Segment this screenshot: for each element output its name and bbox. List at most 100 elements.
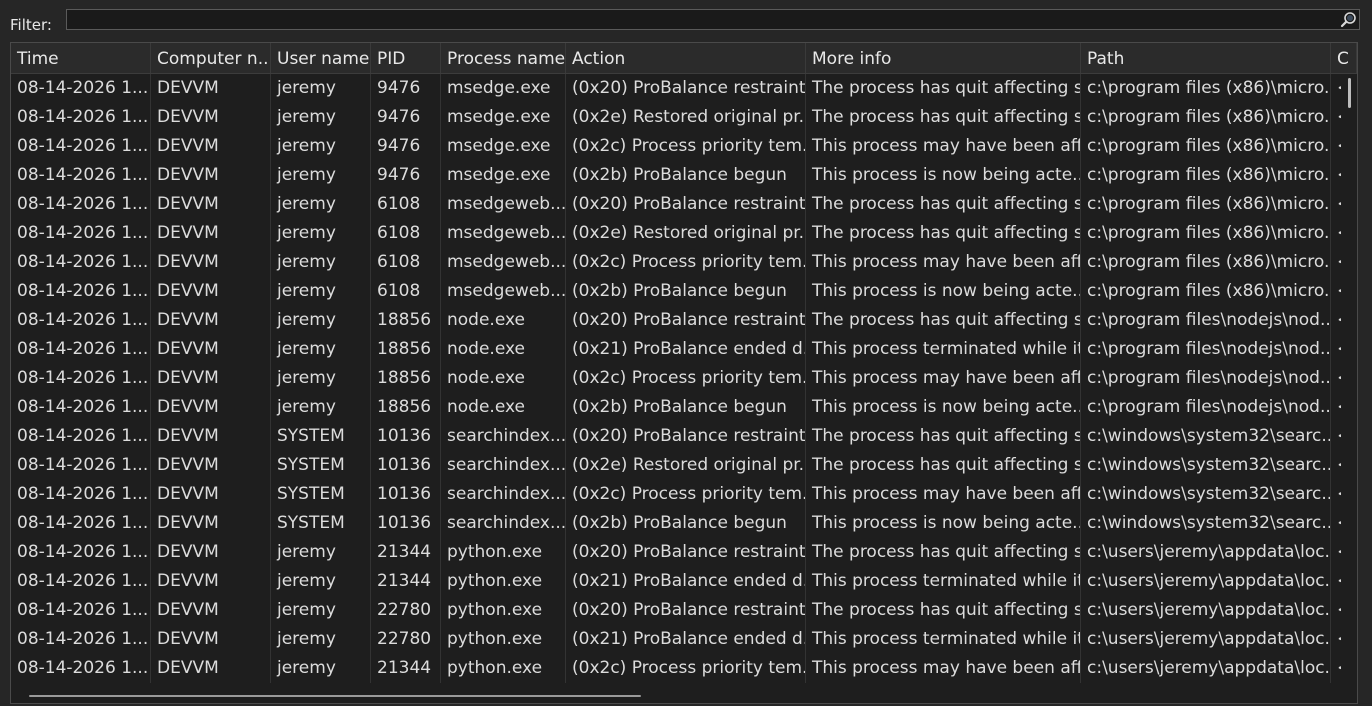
pid-cell: 18856 <box>371 306 441 335</box>
time-cell: 08-14-2026 1... <box>11 654 151 683</box>
process-cell: msedge.exe <box>441 74 566 103</box>
user-cell: jeremy <box>271 306 371 335</box>
user-cell: jeremy <box>271 335 371 364</box>
computer-cell: DEVVM <box>151 538 271 567</box>
more-info-cell: This process is now being acte... <box>806 277 1081 306</box>
table-row[interactable]: 08-14-2026 1... DEVVM jeremy 18856 node.exe(… <box>11 364 1357 393</box>
more-info-cell: This process may have been aff... <box>806 248 1081 277</box>
process-cell: node.exe <box>441 306 566 335</box>
user-cell: jeremy <box>271 596 371 625</box>
computer-cell: DEVVM <box>151 74 271 103</box>
user-cell: SYSTEM <box>271 480 371 509</box>
computer-cell: DEVVM <box>151 654 271 683</box>
pid-cell: 21344 <box>371 567 441 596</box>
column-header-time[interactable]: Time <box>11 43 151 73</box>
table-row[interactable]: 08-14-2026 1... DEVVM jeremy 18856 node.exe(… <box>11 393 1357 422</box>
process-cell: python.exe <box>441 625 566 654</box>
table-row[interactable]: 08-14-2026 1... DEVVM jeremy 18856 node.exe(… <box>11 306 1357 335</box>
user-cell: jeremy <box>271 393 371 422</box>
table-row[interactable]: 08-14-2026 1... DEVVM SYSTEM 10136 searchind… <box>11 480 1357 509</box>
user-cell: SYSTEM <box>271 509 371 538</box>
computer-cell: DEVVM <box>151 393 271 422</box>
pid-cell: 9476 <box>371 161 441 190</box>
table-row[interactable]: 08-14-2026 1... DEVVM jeremy 6108 msedgeweb.… <box>11 190 1357 219</box>
path-cell: c:\users\jeremy\appdata\loc... <box>1081 567 1331 596</box>
column-header-user-name[interactable]: User name <box>271 43 371 73</box>
vertical-scroll-thumb[interactable] <box>1348 78 1351 108</box>
table-row[interactable]: 08-14-2026 1... DEVVM jeremy 6108 msedgeweb.… <box>11 219 1357 248</box>
time-cell: 08-14-2026 1... <box>11 364 151 393</box>
table-row[interactable]: 08-14-2026 1... DEVVM jeremy 21344 python.ex… <box>11 654 1357 683</box>
action-cell: (0x21) ProBalance ended d... <box>566 625 806 654</box>
path-cell: c:\program files (x86)\micro... <box>1081 190 1331 219</box>
path-cell: c:\program files (x86)\micro... <box>1081 132 1331 161</box>
column-header-process-name[interactable]: Process name <box>441 43 566 73</box>
pid-cell: 10136 <box>371 480 441 509</box>
table-row[interactable]: 08-14-2026 1... DEVVM SYSTEM 10136 searchind… <box>11 509 1357 538</box>
action-cell: (0x2b) ProBalance begun <box>566 161 806 190</box>
time-cell: 08-14-2026 1... <box>11 596 151 625</box>
table-row[interactable]: 08-14-2026 1... DEVVM jeremy 9476 msedge.exe… <box>11 161 1357 190</box>
table-row[interactable]: 08-14-2026 1... DEVVM jeremy 6108 msedgeweb.… <box>11 277 1357 306</box>
action-cell: (0x20) ProBalance restraint ... <box>566 306 806 335</box>
action-cell: (0x20) ProBalance restraint ... <box>566 422 806 451</box>
more-info-cell: This process may have been aff... <box>806 654 1081 683</box>
process-cell: searchindex... <box>441 451 566 480</box>
table-row[interactable]: 08-14-2026 1... DEVVM jeremy 9476 msedge.exe… <box>11 132 1357 161</box>
column-header-truncated[interactable]: C <box>1331 43 1357 73</box>
user-cell: jeremy <box>271 364 371 393</box>
search-icon[interactable] <box>1340 11 1358 29</box>
path-cell: c:\program files (x86)\micro... <box>1081 219 1331 248</box>
table-row[interactable]: 08-14-2026 1... DEVVM jeremy 6108 msedgeweb.… <box>11 248 1357 277</box>
action-cell: (0x21) ProBalance ended d... <box>566 335 806 364</box>
pid-cell: 10136 <box>371 451 441 480</box>
table-row[interactable]: 08-14-2026 1... DEVVM jeremy 21344 python.ex… <box>11 567 1357 596</box>
more-info-cell: The process has quit affecting s... <box>806 596 1081 625</box>
table-row[interactable]: 08-14-2026 1... DEVVM jeremy 9476 msedge.exe… <box>11 103 1357 132</box>
table-row[interactable]: 08-14-2026 1... DEVVM jeremy 22780 python.ex… <box>11 625 1357 654</box>
time-cell: 08-14-2026 1... <box>11 451 151 480</box>
process-cell: searchindex... <box>441 509 566 538</box>
process-cell: python.exe <box>441 596 566 625</box>
column-header-pid[interactable]: PID <box>371 43 441 73</box>
user-cell: jeremy <box>271 567 371 596</box>
horizontal-scroll-thumb[interactable] <box>29 695 641 697</box>
process-cell: python.exe <box>441 654 566 683</box>
process-cell: node.exe <box>441 335 566 364</box>
action-cell: (0x2e) Restored original pr... <box>566 451 806 480</box>
table-row[interactable]: 08-14-2026 1... DEVVM SYSTEM 10136 searchind… <box>11 422 1357 451</box>
column-header-path[interactable]: Path <box>1081 43 1331 73</box>
time-cell: 08-14-2026 1... <box>11 625 151 654</box>
more-info-cell: The process has quit affecting s... <box>806 190 1081 219</box>
computer-cell: DEVVM <box>151 480 271 509</box>
horizontal-scrollbar[interactable] <box>11 689 1341 703</box>
pid-cell: 10136 <box>371 422 441 451</box>
more-info-cell: The process has quit affecting s... <box>806 451 1081 480</box>
action-cell: (0x20) ProBalance restraint ... <box>566 596 806 625</box>
table-row[interactable]: 08-14-2026 1... DEVVM jeremy 9476 msedge.exe… <box>11 74 1357 103</box>
computer-cell: DEVVM <box>151 509 271 538</box>
action-cell: (0x2b) ProBalance begun <box>566 393 806 422</box>
computer-cell: DEVVM <box>151 248 271 277</box>
column-header-more-info[interactable]: More info <box>806 43 1081 73</box>
user-cell: jeremy <box>271 132 371 161</box>
user-cell: jeremy <box>271 74 371 103</box>
computer-cell: DEVVM <box>151 567 271 596</box>
column-header-action[interactable]: Action <box>566 43 806 73</box>
time-cell: 08-14-2026 1... <box>11 335 151 364</box>
path-cell: c:\program files (x86)\micro... <box>1081 103 1331 132</box>
table-row[interactable]: 08-14-2026 1... DEVVM jeremy 22780 python.ex… <box>11 596 1357 625</box>
table-row[interactable]: 08-14-2026 1... DEVVM SYSTEM 10136 searchind… <box>11 451 1357 480</box>
user-cell: jeremy <box>271 625 371 654</box>
vertical-scrollbar[interactable] <box>1341 74 1357 703</box>
path-cell: c:\program files (x86)\micro... <box>1081 74 1331 103</box>
table-row[interactable]: 08-14-2026 1... DEVVM jeremy 18856 node.exe(… <box>11 335 1357 364</box>
pid-cell: 6108 <box>371 248 441 277</box>
path-cell: c:\program files (x86)\micro... <box>1081 248 1331 277</box>
column-header-computer-name[interactable]: Computer n... <box>151 43 271 73</box>
more-info-cell: This process may have been aff... <box>806 132 1081 161</box>
filter-input[interactable] <box>66 9 1360 30</box>
more-info-cell: The process has quit affecting s... <box>806 103 1081 132</box>
pid-cell: 18856 <box>371 393 441 422</box>
table-row[interactable]: 08-14-2026 1... DEVVM jeremy 21344 python.ex… <box>11 538 1357 567</box>
